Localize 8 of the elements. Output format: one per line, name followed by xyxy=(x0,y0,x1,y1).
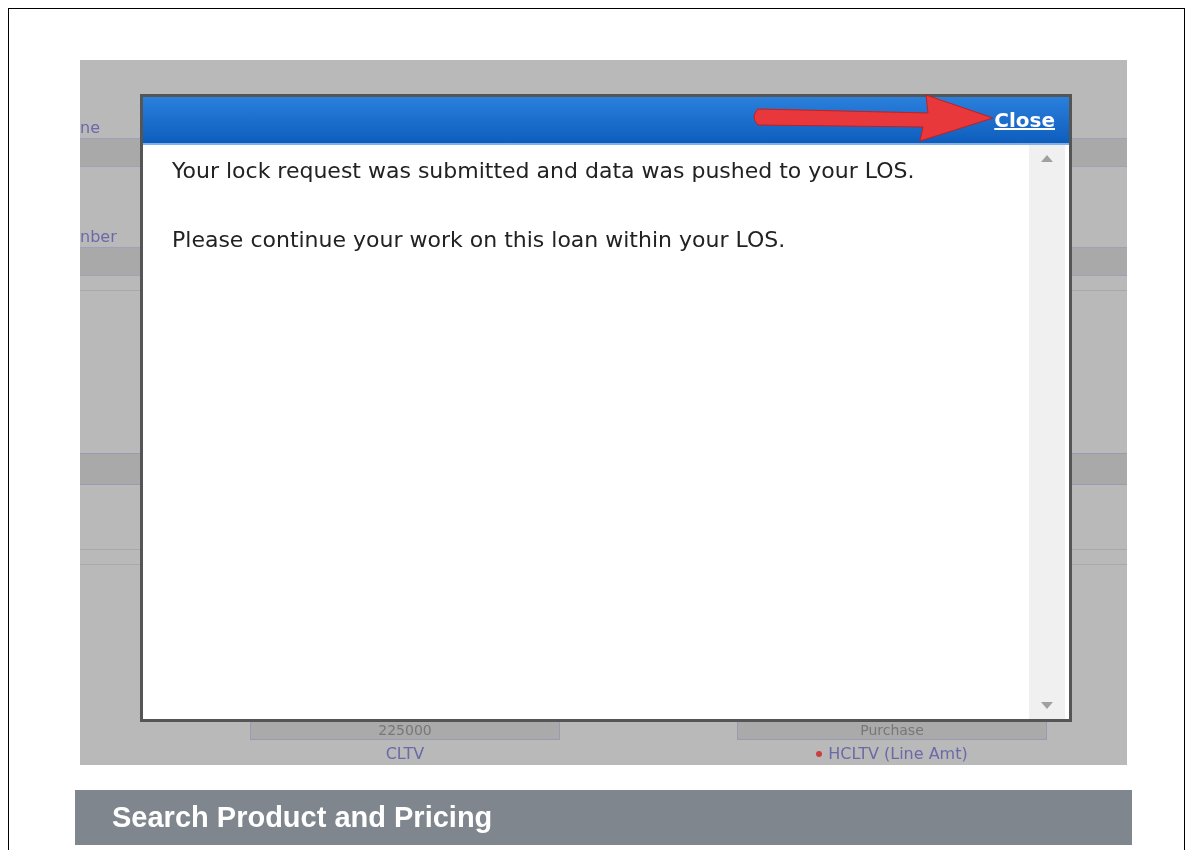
close-link[interactable]: Close xyxy=(994,108,1055,132)
field-label: nber xyxy=(80,227,117,247)
section-title: Search Product and Pricing xyxy=(112,801,493,834)
field-label: ne xyxy=(80,118,100,138)
field-label: CLTV xyxy=(385,744,425,763)
message-text: Please continue your work on this loan within your LOS. xyxy=(172,226,787,254)
field-label: HCLTV (Line Amt) xyxy=(816,744,968,763)
message-text: Your lock request was submitted and data was pushed to your LOS. xyxy=(172,157,916,185)
